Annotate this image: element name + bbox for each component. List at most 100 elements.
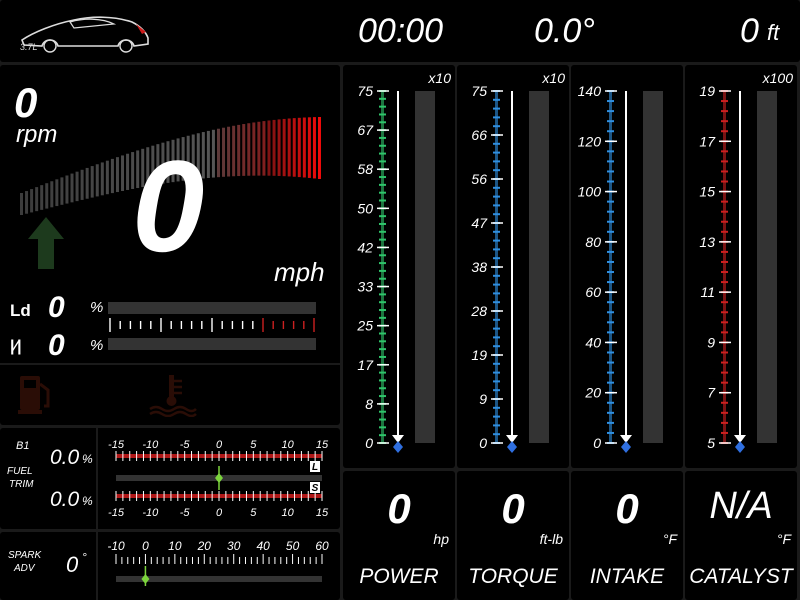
gauge-tick-label: 56 xyxy=(471,171,487,187)
tach-segment xyxy=(277,119,281,176)
fuel-trim-label-2: TRIM xyxy=(9,479,34,490)
gauge-tick-label: 40 xyxy=(585,334,601,350)
tach-segment xyxy=(292,118,296,177)
gauge-tick-label: 67 xyxy=(357,122,374,138)
gauge-scale-power: x10 75 67 58 50 42 33 25 17 8 0 xyxy=(343,65,455,468)
fuel-trim-scale: -15 -15 -10 -10 -5 -5 0 0 5 5 10 10 15 15 LS xyxy=(108,439,329,519)
gauge-min-marker xyxy=(735,441,745,453)
gauge-scale-intake: 140 120 100 80 60 40 20 0 xyxy=(571,65,683,468)
spark-tick-label: 20 xyxy=(197,539,212,553)
load-scale xyxy=(109,318,315,332)
tach-segment xyxy=(232,125,236,177)
load-bar xyxy=(108,302,316,314)
speedometer-panel: 0 rpm 0 mph Ld 0 % |⁄| 0 % xyxy=(0,65,340,425)
trim-tick-label: 10 xyxy=(282,439,295,451)
tach-segment xyxy=(25,191,29,214)
trim-tick-label: 5 xyxy=(250,507,257,519)
gauge-unit: ft-lb xyxy=(539,531,563,547)
tach-segment xyxy=(30,189,34,213)
gauge-tick-label: 120 xyxy=(578,133,602,149)
gauge-value: 0 xyxy=(387,485,411,532)
load-unit: % xyxy=(90,299,104,316)
tach-segment xyxy=(100,162,104,196)
tach-segment xyxy=(302,117,306,178)
speed-value: 0 xyxy=(132,133,205,279)
gauge-tick-label: 38 xyxy=(471,259,487,275)
throttle-bar xyxy=(108,338,316,350)
spark-tick-label: 60 xyxy=(315,539,329,553)
tach-segment xyxy=(121,155,125,191)
gauge-svg: x10 75 66 56 47 38 28 19 9 0 xyxy=(470,70,565,453)
tach-segment xyxy=(75,171,79,202)
gauge-unit: °F xyxy=(662,531,677,547)
tach-segment xyxy=(262,121,266,176)
tach-segment xyxy=(247,123,251,176)
tach-segment xyxy=(222,127,226,177)
distance-value: 0 xyxy=(740,12,759,50)
fuel-pump-icon xyxy=(18,376,50,414)
gauge-tick-label: 8 xyxy=(365,396,373,412)
tach-segment xyxy=(318,117,321,179)
gauge-tick-label: 7 xyxy=(707,385,716,401)
trim-tick-label: -5 xyxy=(180,439,191,451)
trim-tick-label: 10 xyxy=(282,507,295,519)
spark-tick-label: 10 xyxy=(168,539,182,553)
angle-readout: 0.0° xyxy=(534,12,595,50)
trim-tick-label: -10 xyxy=(142,439,159,451)
gauge-tick-label: 17 xyxy=(699,133,716,149)
gauge-tick-label: 11 xyxy=(700,284,715,300)
gauge-svg: x10 75 67 58 50 42 33 25 17 8 0 xyxy=(356,70,451,453)
tach-segment xyxy=(90,166,94,198)
load-label: Ld xyxy=(10,301,31,320)
trim-tick-label: -10 xyxy=(142,507,159,519)
gauge-readout-intake: 0 °F INTAKE xyxy=(571,471,683,600)
gauge-tick-label: 140 xyxy=(578,83,602,99)
throttle-value: 0 xyxy=(48,329,65,362)
gauge-tick-label: 66 xyxy=(471,127,487,143)
gauge-tick-label: 19 xyxy=(699,83,715,99)
tach-segment xyxy=(216,128,220,178)
gauge-scale-torque: x10 75 66 56 47 38 28 19 9 0 xyxy=(457,65,569,468)
header-bar: 3.7L 00:00 0.0° 0 ft xyxy=(0,0,800,62)
trim-tick-label: 5 xyxy=(250,439,257,451)
gauge-tick-label: 50 xyxy=(357,200,373,216)
spark-value: 0 xyxy=(66,552,79,577)
throttle-unit: % xyxy=(90,337,104,354)
gauge-min-marker xyxy=(393,441,403,453)
spark-label-1: SPARK xyxy=(8,550,42,561)
gauge-track xyxy=(415,91,435,443)
fuel-trim-short-unit: % xyxy=(82,494,93,508)
gauge-readout-torque: 0 ft-lb TORQUE xyxy=(457,471,569,600)
spark-tick-label: 40 xyxy=(256,539,270,553)
gauge-tick-label: 25 xyxy=(356,318,373,334)
gauge-tick-label: 60 xyxy=(585,284,601,300)
tach-segment xyxy=(50,181,54,208)
tach-segment xyxy=(267,120,271,176)
tach-segment xyxy=(237,124,241,177)
svg-text:S: S xyxy=(312,483,319,494)
coolant-temp-icon xyxy=(149,375,197,417)
tach-segment xyxy=(20,193,23,215)
tach-segment xyxy=(45,183,49,209)
gauge-tick-label: 0 xyxy=(593,435,601,451)
gauge-min-marker xyxy=(507,441,517,453)
gauge-multiplier: x10 xyxy=(541,70,565,86)
tach-segment xyxy=(40,185,44,210)
tach-segment xyxy=(211,129,215,178)
gauge-label: CATALYST xyxy=(689,565,793,588)
tach-segment xyxy=(105,160,109,195)
gauge-tick-label: 0 xyxy=(479,435,487,451)
svg-text:L: L xyxy=(312,462,318,473)
tach-segment xyxy=(206,130,210,178)
trim-tick-label: -15 xyxy=(108,439,125,451)
gauge-track xyxy=(643,91,663,443)
spark-scale: -10 0 10 20 30 40 50 60 xyxy=(107,539,329,586)
spark-label-2: ADV xyxy=(14,563,35,574)
gauge-tick-label: 33 xyxy=(357,279,373,295)
tach-segment xyxy=(287,118,291,177)
trim-tick-label: 0 xyxy=(216,439,223,451)
gauge-tick-label: 75 xyxy=(471,83,487,99)
gauge-tick-label: 20 xyxy=(584,385,601,401)
load-value: 0 xyxy=(48,291,65,324)
gauge-tick-label: 17 xyxy=(357,357,374,373)
